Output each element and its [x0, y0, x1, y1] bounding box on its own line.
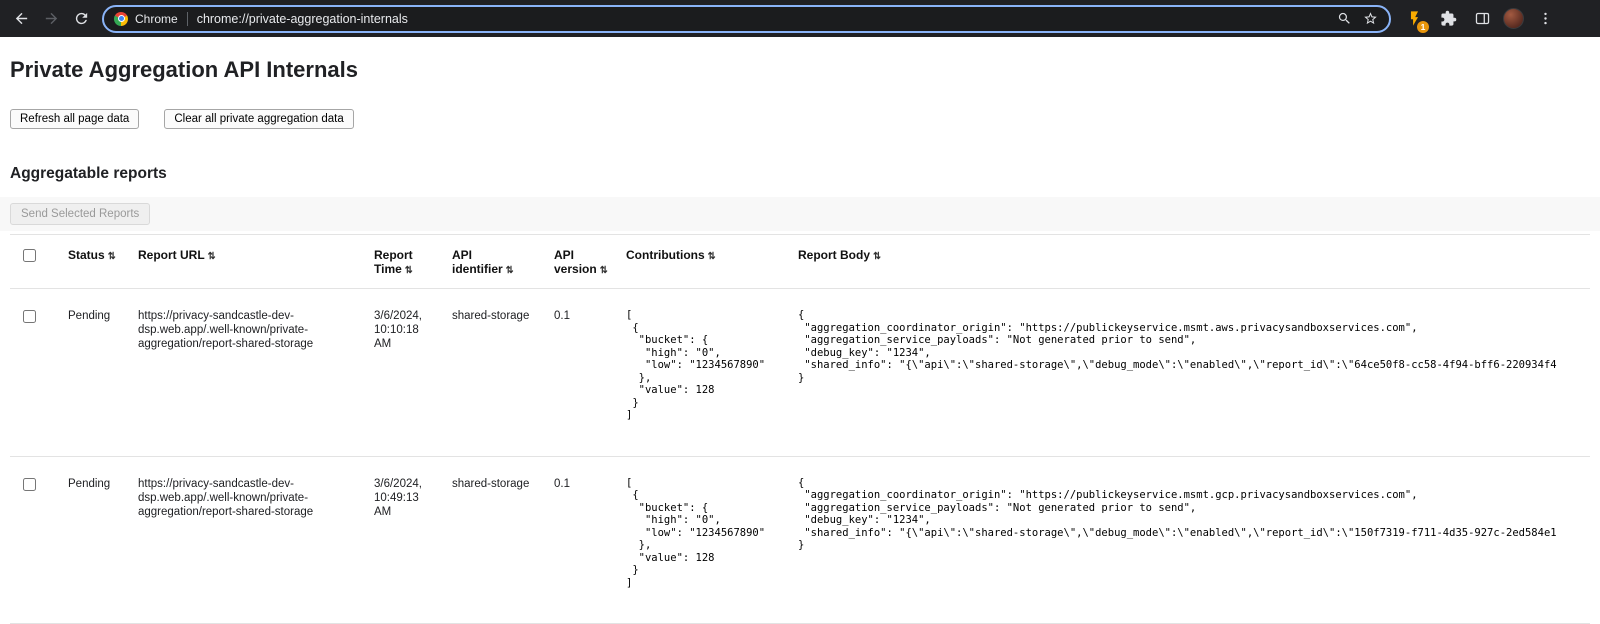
cell-report-body: { "aggregation_coordinator_origin": "htt… — [788, 456, 1590, 624]
sort-icon: ⇅ — [108, 251, 116, 262]
column-label: Contributions — [626, 248, 705, 262]
column-label: Report URL — [138, 248, 205, 262]
column-label: Report Body — [798, 248, 870, 262]
refresh-icon[interactable] — [66, 4, 96, 34]
column-header-contributions[interactable]: Contributions⇅ — [616, 235, 788, 289]
sort-icon: ⇅ — [873, 251, 881, 262]
row-checkbox[interactable] — [23, 478, 36, 491]
column-header-api-identifier[interactable]: API identifier⇅ — [442, 235, 544, 289]
cell-api-identifier: shared-storage — [442, 289, 544, 457]
row-select-cell — [10, 456, 58, 624]
select-all-checkbox[interactable] — [23, 249, 36, 262]
forward-icon[interactable] — [36, 4, 66, 34]
cell-report-time: 3/6/2024, 10:49:13 AM — [364, 456, 442, 624]
column-header-api-version[interactable]: API version⇅ — [544, 235, 616, 289]
reports-toolbar: Send Selected Reports — [0, 197, 1600, 231]
cell-contributions: [ { "bucket": { "high": "0", "low": "123… — [616, 289, 788, 457]
section-title: Aggregatable reports — [10, 165, 1590, 183]
table-header-row: Status⇅ Report URL⇅ Report Time⇅ API ide… — [10, 235, 1590, 289]
cell-report-body: { "aggregation_coordinator_origin": "htt… — [788, 289, 1590, 457]
cell-api-version: 0.1 — [544, 289, 616, 457]
sort-icon: ⇅ — [600, 265, 608, 276]
sort-icon: ⇅ — [708, 251, 716, 262]
cell-report-url: https://privacy-sandcastle-dev-dsp.web.a… — [128, 456, 364, 624]
refresh-all-button[interactable]: Refresh all page data — [10, 109, 139, 129]
reports-table: Status⇅ Report URL⇅ Report Time⇅ API ide… — [10, 234, 1590, 624]
cell-report-url: https://privacy-sandcastle-dev-dsp.web.a… — [128, 289, 364, 457]
clear-all-button[interactable]: Clear all private aggregation data — [164, 109, 353, 129]
bookmark-star-icon[interactable] — [1357, 6, 1383, 32]
column-header-status[interactable]: Status⇅ — [58, 235, 128, 289]
chip-divider — [187, 12, 188, 26]
address-bar[interactable]: Chrome chrome://private-aggregation-inte… — [102, 5, 1391, 33]
cell-contributions: [ { "bucket": { "high": "0", "low": "123… — [616, 456, 788, 624]
column-label: API version — [554, 248, 597, 276]
cell-status: Pending — [58, 456, 128, 624]
select-all-cell — [10, 235, 58, 289]
cell-api-version: 0.1 — [544, 456, 616, 624]
column-header-report-body[interactable]: Report Body⇅ — [788, 235, 1590, 289]
side-panel-icon[interactable] — [1469, 6, 1495, 32]
toolbar-actions: 1 — [1401, 6, 1594, 32]
url-text: chrome://private-aggregation-internals — [197, 12, 1331, 26]
sort-icon: ⇅ — [506, 265, 514, 276]
sort-icon: ⇅ — [208, 251, 216, 262]
site-chip-label: Chrome — [135, 12, 178, 26]
extension-icon[interactable]: 1 — [1401, 6, 1427, 32]
extensions-puzzle-icon[interactable] — [1435, 6, 1461, 32]
cell-report-time: 3/6/2024, 10:10:18 AM — [364, 289, 442, 457]
column-header-report-url[interactable]: Report URL⇅ — [128, 235, 364, 289]
page-content: Private Aggregation API Internals Refres… — [0, 57, 1600, 624]
column-label: Status — [68, 248, 105, 262]
chrome-logo-icon — [114, 12, 128, 26]
column-header-report-time[interactable]: Report Time⇅ — [364, 235, 442, 289]
row-checkbox[interactable] — [23, 310, 36, 323]
page-actions: Refresh all page data Clear all private … — [10, 109, 1590, 129]
report-row: Pending https://privacy-sandcastle-dev-d… — [10, 289, 1590, 457]
profile-avatar[interactable] — [1503, 8, 1524, 29]
report-row: Pending https://privacy-sandcastle-dev-d… — [10, 456, 1590, 624]
zoom-icon[interactable] — [1331, 6, 1357, 32]
back-icon[interactable] — [6, 4, 36, 34]
sort-icon: ⇅ — [405, 265, 413, 276]
menu-kebab-icon[interactable] — [1532, 6, 1558, 32]
cell-status: Pending — [58, 289, 128, 457]
page-title: Private Aggregation API Internals — [10, 57, 1590, 83]
browser-toolbar: Chrome chrome://private-aggregation-inte… — [0, 0, 1600, 37]
row-select-cell — [10, 289, 58, 457]
cell-api-identifier: shared-storage — [442, 456, 544, 624]
column-label: API identifier — [452, 248, 503, 276]
extension-badge: 1 — [1417, 21, 1429, 33]
send-selected-reports-button[interactable]: Send Selected Reports — [10, 203, 150, 225]
